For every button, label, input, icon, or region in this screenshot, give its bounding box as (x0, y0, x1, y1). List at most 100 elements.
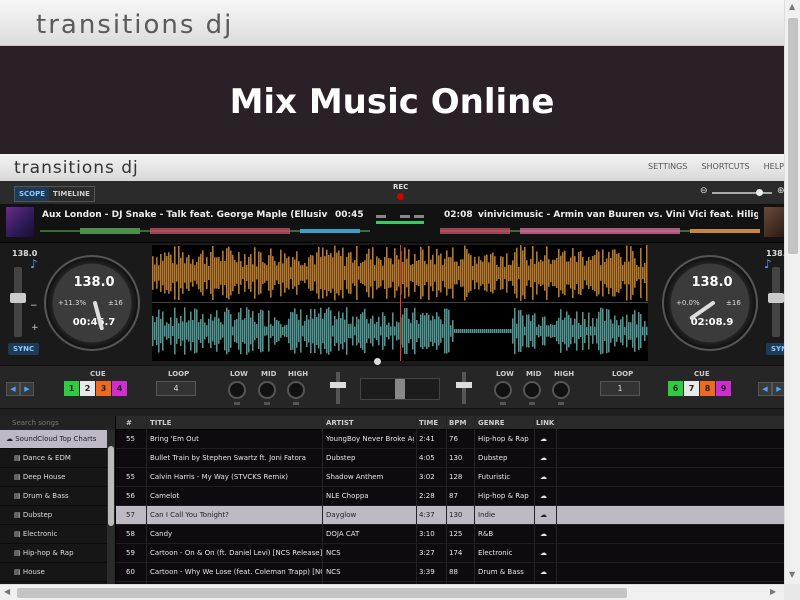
crossfader[interactable] (360, 378, 440, 400)
right-pitch-handle[interactable] (768, 293, 784, 303)
menu-shortcuts[interactable]: SHORTCUTS (701, 162, 749, 171)
search-input[interactable]: Search songs (0, 416, 115, 430)
sidebar-item-house[interactable]: ▤ House (0, 563, 115, 582)
left-pitch-slider[interactable] (10, 267, 26, 337)
eq-kill[interactable] (293, 402, 299, 405)
cue-button[interactable]: 4 (112, 381, 127, 396)
left-minus-label[interactable]: − (30, 301, 38, 311)
right-key-icon[interactable]: ♪ (764, 257, 772, 271)
right-cue-play-icon[interactable]: ◀ (758, 382, 772, 396)
right-eq-high-knob[interactable] (552, 381, 570, 399)
left-eq-high-knob[interactable] (287, 381, 305, 399)
page-scrollbar-vertical[interactable]: ▲ ▼ (784, 0, 800, 584)
col-link[interactable]: LINK (536, 419, 554, 427)
soundcloud-link-icon[interactable]: ☁ (540, 492, 547, 500)
menu-settings[interactable]: SETTINGS (648, 162, 687, 171)
table-row[interactable]: Bullet Train by Stephen Swartz ft. Joni … (116, 449, 784, 468)
zoom-track[interactable] (712, 192, 772, 194)
right-eq-mid-knob[interactable] (523, 381, 541, 399)
left-eq-mid-knob[interactable] (258, 381, 276, 399)
left-key-icon[interactable]: ♪ (30, 257, 38, 271)
right-eq-low-knob[interactable] (494, 381, 512, 399)
scroll-right-icon[interactable]: ▶ (770, 587, 776, 596)
waveform-display[interactable] (152, 245, 648, 361)
table-row[interactable]: 55 Bring 'Em Out YoungBoy Never Broke Agai… (116, 430, 784, 449)
col-bpm[interactable]: BPM (449, 419, 466, 427)
eq-kill[interactable] (529, 402, 535, 405)
record-control[interactable]: REC (393, 183, 408, 200)
zoom-slider[interactable]: ⊖ ⊕ (700, 186, 784, 199)
sidebar-item-deep-house[interactable]: ▤ Deep House (0, 468, 115, 487)
sidebar-item-drum-bass[interactable]: ▤ Drum & Bass (0, 487, 115, 506)
col-title[interactable]: TITLE (150, 419, 171, 427)
fader-handle[interactable] (456, 382, 472, 388)
eq-kill[interactable] (558, 402, 564, 405)
page-scrollbar-horizontal[interactable]: ◀ ▶ (0, 584, 784, 600)
app-logo[interactable]: transitions dj (14, 158, 139, 178)
left-loop-size[interactable]: 4 (156, 381, 196, 396)
right-loop-size[interactable]: 1 (600, 381, 640, 396)
record-icon[interactable] (397, 193, 405, 200)
table-row[interactable]: 55 Calvin Harris - My Way (STVCKS Remix) S… (116, 468, 784, 487)
left-mini-waveform[interactable] (40, 227, 370, 235)
col-genre[interactable]: GENRE (478, 419, 505, 427)
soundcloud-link-icon[interactable]: ☁ (540, 511, 547, 519)
cue-button[interactable]: 1 (64, 381, 79, 396)
scroll-left-icon[interactable]: ◀ (4, 587, 10, 596)
scroll-up-icon[interactable]: ▲ (789, 2, 795, 11)
sidebar-scroll-thumb[interactable] (108, 446, 114, 526)
soundcloud-link-icon[interactable]: ☁ (540, 454, 547, 462)
table-row[interactable]: 56 Camelot NLE Choppa 2:28 87 Hip-hop & Rap ☁ (116, 487, 784, 506)
left-eq-low-knob[interactable] (228, 381, 246, 399)
cue-button[interactable]: 7 (684, 381, 699, 396)
right-pitch-slider[interactable] (768, 267, 784, 337)
table-row[interactable]: 59 Cartoon - On & On (ft. Daniel Levi) [N… (116, 544, 784, 563)
zoom-in-icon[interactable]: ⊕ (777, 186, 784, 196)
col-num[interactable]: # (126, 419, 132, 427)
right-mini-waveform[interactable] (440, 227, 760, 235)
left-play-icon[interactable]: ▶ (20, 382, 34, 396)
table-row[interactable]: 60 Cartoon - Why We Lose (feat. Coleman T… (116, 563, 784, 582)
table-row[interactable]: 58 Candy DOJA CAT 3:10 125 R&B ☁ (116, 525, 784, 544)
left-pitch-handle[interactable] (10, 293, 26, 303)
scope-button[interactable]: SCOPE (15, 187, 50, 201)
right-play-icon[interactable]: ▶ (772, 382, 784, 396)
site-logo[interactable]: transitions dj (36, 10, 233, 40)
right-volume-fader[interactable] (456, 372, 472, 404)
col-artist[interactable]: ARTIST (326, 419, 354, 427)
sidebar-item-dubstep[interactable]: ▤ Dubstep (0, 506, 115, 525)
menu-help[interactable]: HELP (764, 162, 784, 171)
eq-kill[interactable] (264, 402, 270, 405)
soundcloud-link-icon[interactable]: ☁ (540, 530, 547, 538)
soundcloud-link-icon[interactable]: ☁ (540, 435, 547, 443)
sidebar-item-dance-edm[interactable]: ▤ Dance & EDM (0, 449, 115, 468)
cue-button[interactable]: 9 (716, 381, 731, 396)
right-jog-dial[interactable]: 138.0 +0.0% ±16 02:08.9 (662, 255, 758, 351)
horizontal-scroll-thumb[interactable] (17, 588, 627, 598)
table-row[interactable]: 57 Can I Call You Tonight? Dayglow 4:37 130 I… (116, 506, 784, 525)
sidebar-item-hiphop-rap[interactable]: ▤ Hip-hop & Rap (0, 544, 115, 563)
cue-button[interactable]: 6 (668, 381, 683, 396)
sidebar-item-top-charts[interactable]: ☁ SoundCloud Top Charts (0, 430, 115, 449)
zoom-knob[interactable] (756, 189, 763, 196)
left-jog-dial[interactable]: 138.0 +11.3% ±16 00:45.7 (44, 255, 140, 351)
cue-button[interactable]: 3 (96, 381, 111, 396)
left-cue-play-icon[interactable]: ◀ (6, 382, 20, 396)
eq-kill[interactable] (234, 402, 240, 405)
sidebar-scrollbar[interactable] (107, 430, 115, 584)
right-sync-button[interactable]: SYNC (766, 343, 784, 355)
cue-button[interactable]: 8 (700, 381, 715, 396)
sidebar-item-electronic[interactable]: ▤ Electronic (0, 525, 115, 544)
crossfader-handle[interactable] (395, 379, 405, 399)
left-plus-label[interactable]: + (31, 323, 39, 333)
scrub-handle[interactable] (374, 358, 381, 365)
cue-button[interactable]: 2 (80, 381, 95, 396)
left-sync-button[interactable]: SYNC (8, 343, 40, 355)
vertical-scroll-thumb[interactable] (788, 18, 798, 254)
zoom-out-icon[interactable]: ⊖ (700, 186, 708, 196)
left-volume-fader[interactable] (330, 372, 346, 404)
soundcloud-link-icon[interactable]: ☁ (540, 568, 547, 576)
soundcloud-link-icon[interactable]: ☁ (540, 549, 547, 557)
scroll-down-icon[interactable]: ▼ (789, 570, 795, 579)
eq-kill[interactable] (500, 402, 506, 405)
